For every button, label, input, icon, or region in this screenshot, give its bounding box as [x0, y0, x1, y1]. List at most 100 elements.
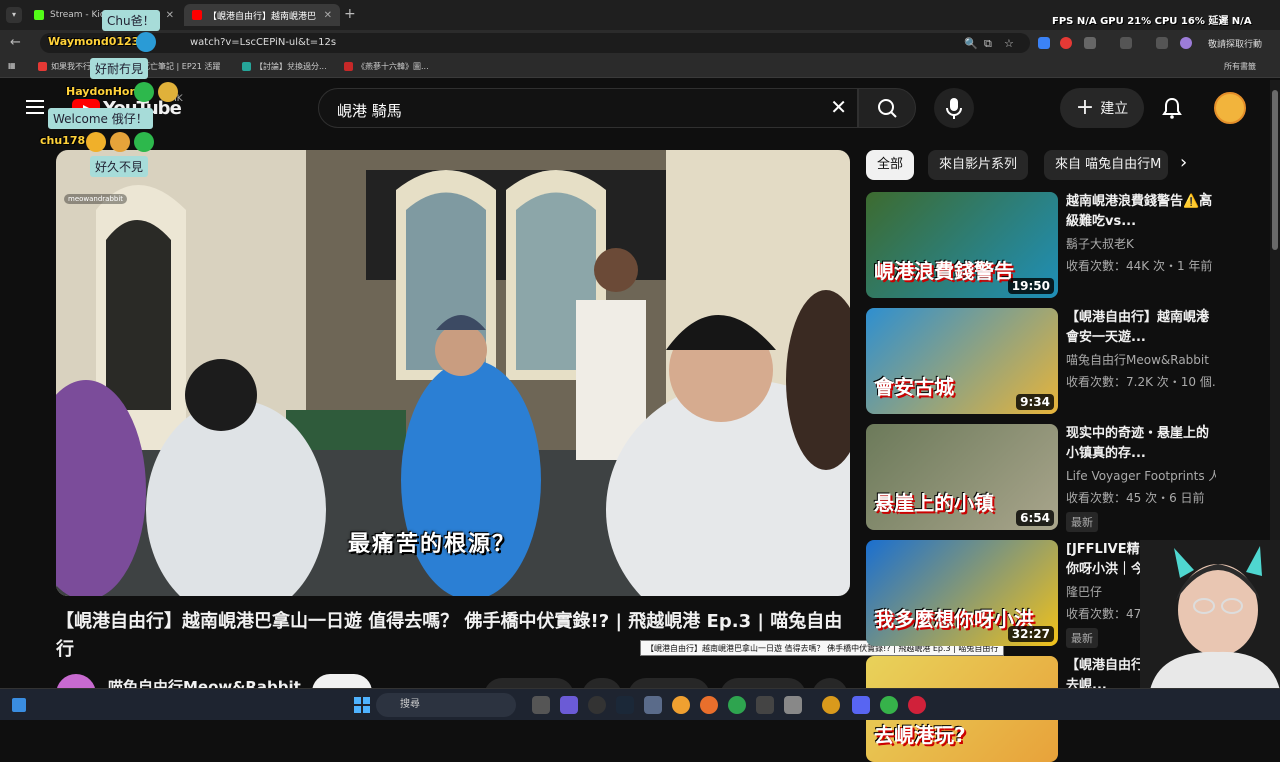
- filter-chip-series[interactable]: 來自影片系列: [928, 150, 1029, 180]
- new-tab-button[interactable]: +: [344, 6, 356, 22]
- bookmark-star-icon[interactable]: ☆: [1004, 37, 1014, 50]
- bookmarks-bar: ▦ 如果我不行 死亡筆記 | EP21 活躍 【討論】兌換過分... 《燕蔘十六…: [0, 56, 1280, 78]
- url-text: watch?v=LscCEPiN-ul&t=12s: [190, 37, 337, 48]
- app-icon[interactable]: [588, 696, 606, 714]
- user-avatar[interactable]: [1214, 92, 1246, 124]
- performance-overlay: FPS N/A GPU 21% CPU 16% 延遲 N/A: [1052, 16, 1252, 27]
- address-bar-row: ← watch?v=LscCEPiN-ul&t=12s 🔍 ⧉ ☆ 敬請探取行動: [0, 30, 1280, 56]
- steam-icon[interactable]: [616, 696, 634, 714]
- filter-chip-all[interactable]: 全部: [866, 150, 915, 180]
- windows-start-icon[interactable]: [354, 697, 370, 713]
- chat-badge-icon: [134, 132, 154, 152]
- youtube-header: YouTube HK 峴港 騎馬 ✕ + 建立: [0, 82, 1270, 138]
- thumbnail-text: 會安古城: [874, 375, 954, 399]
- video-title[interactable]: 现实中的奇迹・悬崖上的小镇真的存...: [1066, 424, 1216, 464]
- thumbnail-text: 去峴港玩?: [874, 723, 966, 747]
- windows-taskbar: 搜尋: [0, 688, 1280, 720]
- bookmark-item[interactable]: 【討論】兌換過分...: [242, 61, 327, 72]
- obs-icon[interactable]: [908, 696, 926, 714]
- menu-hamburger-icon[interactable]: [26, 100, 44, 114]
- app-icon[interactable]: [784, 696, 802, 714]
- create-label: 建立: [1100, 101, 1129, 117]
- video-thumbnail[interactable]: 我多麼想你呀小洪 32:27: [866, 540, 1058, 646]
- video-duration: 32:27: [1007, 626, 1054, 642]
- tab-search-icon[interactable]: ▾: [6, 7, 22, 23]
- plus-icon: +: [1075, 95, 1095, 120]
- channel-name[interactable]: 喵兔自由行Meow&Rabbit: [1066, 351, 1216, 368]
- voice-search-button[interactable]: [934, 88, 974, 128]
- filter-chip-channel[interactable]: 來自 喵兔自由行M: [1044, 150, 1168, 180]
- scrollbar-thumb[interactable]: [1272, 90, 1278, 250]
- channel-name[interactable]: Life Voyager Footprints 人...: [1066, 467, 1216, 484]
- app-icon[interactable]: [644, 696, 662, 714]
- app-icon[interactable]: [560, 696, 578, 714]
- bookmark-item[interactable]: 《燕蔘十六韓》圖...: [344, 61, 429, 72]
- chat-username: chu178: [40, 134, 86, 147]
- recommended-video[interactable]: 會安古城 9:34 【峴港自由行】越南峴港會安一天遊... 喵兔自由行Meow&Rab…: [866, 307, 1246, 414]
- close-tab-icon[interactable]: ✕: [324, 10, 332, 21]
- recommended-video[interactable]: 峴港浪費錢警告 19:50 越南峴港浪費錢警告⚠️高級難吃vs... 鬍子大叔老K 收看…: [866, 191, 1246, 298]
- app-icon[interactable]: [822, 696, 840, 714]
- extensions-puzzle-icon[interactable]: [1084, 37, 1096, 49]
- bookmark-favicon-icon: [344, 62, 353, 71]
- more-vert-icon[interactable]: ⋮: [1196, 307, 1212, 323]
- chevron-right-icon[interactable]: ›: [1180, 152, 1187, 173]
- app-icon[interactable]: [756, 696, 774, 714]
- discord-icon[interactable]: [852, 696, 870, 714]
- video-thumbnail[interactable]: 會安古城 9:34: [866, 308, 1058, 414]
- chrome-active-icon[interactable]: [880, 696, 898, 714]
- tab-title: 【峴港自由行】越南峴港巴: [208, 11, 317, 22]
- video-thumbnail[interactable]: 悬崖上的小镇 6:54: [866, 424, 1058, 530]
- bookmark-item[interactable]: 如果我不行: [38, 61, 91, 72]
- extension-icon[interactable]: [1060, 37, 1072, 49]
- channel-watermark: meowandrabbit: [64, 194, 128, 204]
- bookmark-item[interactable]: 死亡筆記 | EP21 活躍: [142, 61, 220, 72]
- bookmark-favicon-icon: [38, 62, 47, 71]
- video-duration: 19:50: [1007, 278, 1054, 294]
- search-input[interactable]: 峴港 騎馬 ✕: [318, 88, 858, 128]
- search-button[interactable]: [858, 88, 916, 128]
- taskbar-search-input[interactable]: 搜尋: [376, 693, 516, 717]
- file-explorer-icon[interactable]: [672, 696, 690, 714]
- all-bookmarks-folder[interactable]: 所有書籤: [1224, 61, 1256, 72]
- more-vert-icon[interactable]: ⋮: [1196, 191, 1212, 207]
- back-arrow-icon[interactable]: ←: [10, 35, 21, 50]
- apps-grid-icon[interactable]: ▦: [8, 61, 16, 70]
- video-thumbnail[interactable]: 峴港浪費錢警告 19:50: [866, 192, 1058, 298]
- more-vert-icon[interactable]: ⋮: [1196, 423, 1212, 439]
- video-title[interactable]: 越南峴港浪費錢警告⚠️高級難吃vs...: [1066, 192, 1216, 232]
- create-button[interactable]: + 建立: [1060, 88, 1144, 128]
- zoom-icon[interactable]: 🔍: [964, 37, 978, 50]
- kick-favicon-icon: [34, 10, 44, 20]
- install-icon[interactable]: ⧉: [984, 37, 992, 51]
- browser-tab-active[interactable]: 【峴港自由行】越南峴港巴 ✕: [184, 4, 340, 26]
- clear-search-icon[interactable]: ✕: [830, 95, 847, 119]
- extension-icon[interactable]: [1038, 37, 1050, 49]
- omnibox[interactable]: watch?v=LscCEPiN-ul&t=12s 🔍 ⧉ ☆: [40, 33, 1030, 53]
- reading-list-icon[interactable]: [1156, 37, 1168, 49]
- channel-name[interactable]: 鬍子大叔老K: [1066, 235, 1216, 252]
- chat-message: Chu爸！: [102, 10, 160, 31]
- recommended-video[interactable]: 悬崖上的小镇 6:54 现实中的奇迹・悬崖上的小镇真的存... Life Voyage…: [866, 423, 1246, 532]
- view-stats: 收看次數：44K 次・1 年前: [1066, 259, 1213, 273]
- chrome-icon[interactable]: [728, 696, 746, 714]
- task-view-icon[interactable]: [532, 696, 550, 714]
- crown-badge-icon: [86, 132, 106, 152]
- video-duration: 6:54: [1016, 510, 1054, 526]
- chat-username: HaydonHon: [66, 85, 138, 98]
- video-meta: 现实中的奇迹・悬崖上的小镇真的存... Life Voyager Footprin…: [1066, 424, 1216, 532]
- close-tab-icon[interactable]: ✕: [166, 10, 174, 21]
- firefox-icon[interactable]: [700, 696, 718, 714]
- chat-username: Waymond01234: [48, 35, 147, 48]
- thumbnail-text: 悬崖上的小镇: [874, 491, 994, 515]
- profile-icon[interactable]: [1180, 37, 1192, 49]
- cast-icon[interactable]: [1120, 37, 1132, 49]
- profile-label[interactable]: 敬請探取行動: [1208, 37, 1262, 50]
- notifications-bell-icon[interactable]: [1160, 96, 1184, 124]
- video-meta: 越南峴港浪費錢警告⚠️高級難吃vs... 鬍子大叔老K 收看次數：44K 次・1 年…: [1066, 192, 1216, 274]
- widgets-icon[interactable]: [12, 698, 26, 712]
- video-player[interactable]: meowandrabbit 最痛苦的根源？: [56, 150, 850, 596]
- webcam-feed: [1140, 540, 1280, 690]
- search-query: 峴港 騎馬: [337, 102, 402, 120]
- video-title[interactable]: 【峴港自由行】越南峴港會安一天遊...: [1066, 308, 1216, 348]
